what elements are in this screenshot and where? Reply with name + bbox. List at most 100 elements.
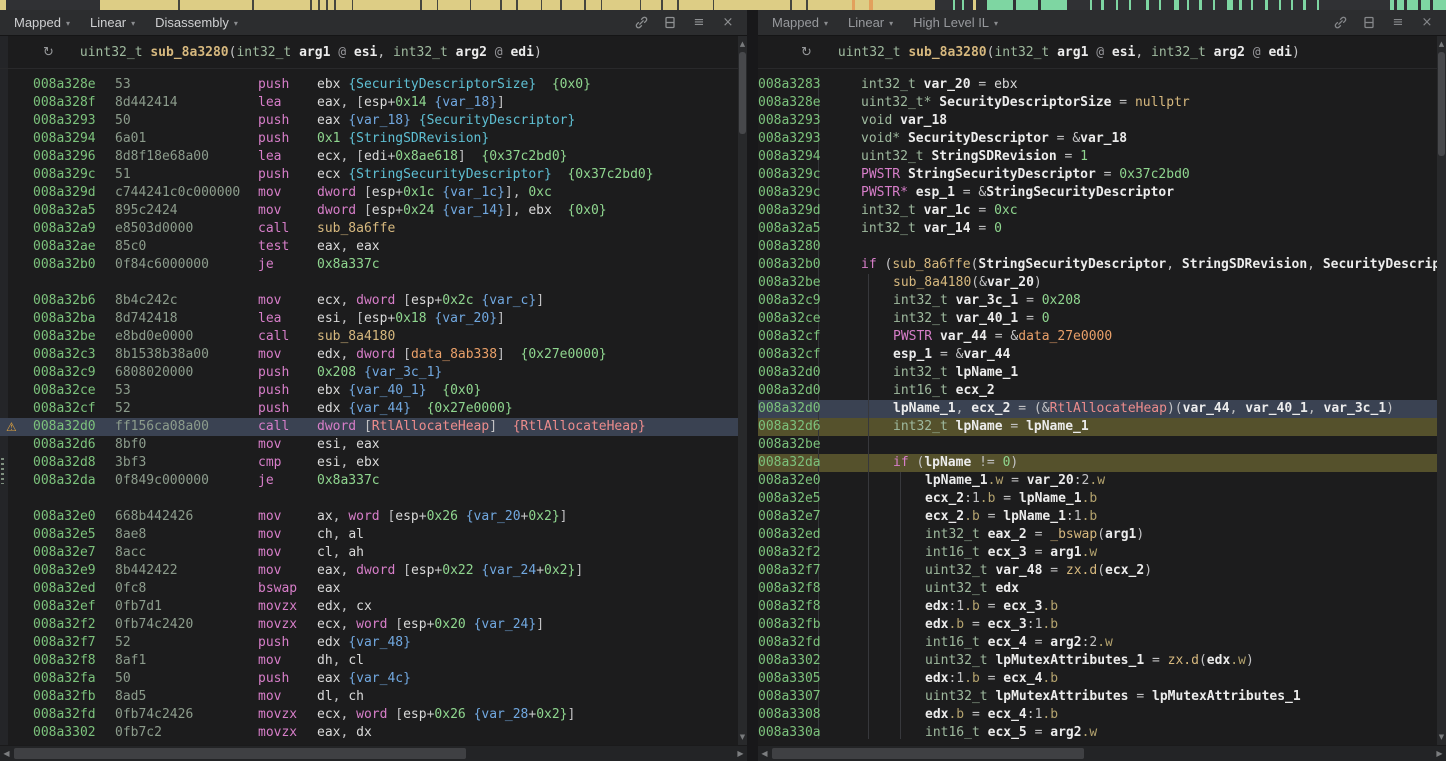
scroll-right-arrow[interactable]: ▶ — [734, 746, 747, 761]
hlil-row[interactable]: 008a330aint16_t ecx_5 = arg2.w — [758, 724, 1437, 739]
hlil-row[interactable]: 008a329cPWSTR StringSecurityDescriptor =… — [758, 166, 1437, 184]
hlil-row[interactable]: 008a32cfesp_1 = &var_44 — [758, 346, 1437, 364]
scrollbar-thumb[interactable] — [772, 748, 1084, 759]
close-icon[interactable]: × — [721, 16, 735, 30]
disasm-row[interactable]: 008a32946a01push0x1 {StringSDRevision} — [0, 130, 738, 148]
hlil-row[interactable]: 008a32d0lpName_1, ecx_2 = (&RtlAllocateH… — [758, 400, 1437, 418]
hlil-row[interactable]: 008a32d6int32_t lpName = lpName_1 — [758, 418, 1437, 436]
disassembly-listing[interactable]: 008a328e53pushebx {SecurityDescriptorSiz… — [0, 70, 738, 739]
hlil-row[interactable]: 008a3307uint32_t lpMutexAttributes = lpM… — [758, 688, 1437, 706]
disasm-row[interactable]: 008a329c51pushecx {StringSecurityDescrip… — [0, 166, 738, 184]
disasm-row[interactable]: 008a32c96808020000push0x208 {var_3c_1} — [0, 364, 738, 382]
layout-dropdown[interactable]: Linear ▾ — [90, 15, 135, 30]
link-icon[interactable] — [634, 16, 648, 30]
disasm-row[interactable] — [0, 490, 738, 508]
pane-splitter[interactable] — [747, 10, 758, 761]
disasm-row[interactable]: 008a32e0668b442426movax, word [esp+0x26 … — [0, 508, 738, 526]
hlil-row[interactable]: 008a3293void var_18 — [758, 112, 1437, 130]
disasm-row[interactable]: 008a32fb8ad5movdl, ch — [0, 688, 738, 706]
disasm-row[interactable]: 008a32d68bf0movesi, eax — [0, 436, 738, 454]
menu-icon[interactable]: ≡ — [692, 16, 706, 30]
refresh-icon[interactable]: ↻ — [801, 45, 812, 60]
il-view-dropdown[interactable]: High Level IL ▾ — [913, 15, 998, 30]
hlil-row[interactable]: 008a32besub_8a4180(&var_20) — [758, 274, 1437, 292]
scrollbar-thumb[interactable] — [739, 52, 746, 134]
hlil-row[interactable]: 008a32fbedx.b = ecx_3:1.b — [758, 616, 1437, 634]
right-vertical-scrollbar[interactable]: ▲ ▼ — [1437, 36, 1446, 745]
hlil-row[interactable]: 008a32c9int32_t var_3c_1 = 0x208 — [758, 292, 1437, 310]
link-icon[interactable] — [1333, 16, 1347, 30]
hlil-row[interactable]: 008a32ceint32_t var_40_1 = 0 — [758, 310, 1437, 328]
hlil-row[interactable]: 008a32d0int32_t lpName_1 — [758, 364, 1437, 382]
scroll-down-arrow[interactable]: ▼ — [1437, 731, 1446, 743]
view-mode-dropdown[interactable]: Mapped ▾ — [14, 15, 70, 30]
scroll-up-arrow[interactable]: ▲ — [1437, 38, 1446, 50]
hlil-row[interactable]: 008a32e0lpName_1.w = var_20:2.w — [758, 472, 1437, 490]
hlil-row[interactable]: 008a32f2int16_t ecx_3 = arg1.w — [758, 544, 1437, 562]
disasm-row[interactable]: 008a32ef0fb7d1movzxedx, cx — [0, 598, 738, 616]
pane-icon[interactable] — [1362, 16, 1376, 30]
left-function-header[interactable]: ↻ uint32_t sub_8a3280(int32_t arg1 @ esi… — [0, 36, 738, 69]
disasm-row[interactable]: 008a32a9e8503d0000callsub_8a6ffe — [0, 220, 738, 238]
disasm-row[interactable]: 008a32fd0fb74c2426movzxecx, word [esp+0x… — [0, 706, 738, 724]
il-view-dropdown[interactable]: Disassembly ▾ — [155, 15, 238, 30]
hlil-row[interactable]: 008a329cPWSTR* esp_1 = &StringSecurityDe… — [758, 184, 1437, 202]
menu-icon[interactable]: ≡ — [1391, 16, 1405, 30]
disasm-row[interactable]: 008a32ae85c0testeax, eax — [0, 238, 738, 256]
disasm-row[interactable]: 008a32b68b4c242cmovecx, dword [esp+0x2c … — [0, 292, 738, 310]
hlil-row[interactable]: 008a32edint32_t eax_2 = _bswap(arg1) — [758, 526, 1437, 544]
hlil-row[interactable]: 008a32fdint16_t ecx_4 = arg2:2.w — [758, 634, 1437, 652]
hlil-row[interactable]: 008a3305edx:1.b = ecx_4.b — [758, 670, 1437, 688]
disasm-row[interactable]: 008a32cf52pushedx {var_44} {0x27e0000} — [0, 400, 738, 418]
feature-map[interactable] — [0, 0, 1446, 10]
hlil-listing[interactable]: 008a3283int32_t var_20 = ebx008a328euint… — [758, 70, 1437, 739]
hlil-row[interactable]: 008a3293void* SecurityDescriptor = &var_… — [758, 130, 1437, 148]
disasm-row[interactable]: 008a329dc744241c0c000000movdword [esp+0x… — [0, 184, 738, 202]
hlil-row[interactable]: 008a32daif (lpName != 0) — [758, 454, 1437, 472]
close-icon[interactable]: × — [1420, 16, 1434, 30]
disasm-row[interactable]: 008a32a5895c2424movdword [esp+0x24 {var_… — [0, 202, 738, 220]
disasm-row[interactable] — [0, 274, 738, 292]
hlil-row[interactable]: 008a32a5int32_t var_14 = 0 — [758, 220, 1437, 238]
disasm-row[interactable]: 008a32968d8f18e68a00leaecx, [edi+0x8ae61… — [0, 148, 738, 166]
hlil-row[interactable]: 008a3294uint32_t StringSDRevision = 1 — [758, 148, 1437, 166]
scroll-left-arrow[interactable]: ◀ — [0, 746, 13, 761]
disasm-row[interactable]: 008a32da0f849c000000je0x8a337c — [0, 472, 738, 490]
left-horizontal-scrollbar[interactable]: ◀ ▶ — [0, 745, 747, 761]
scrollbar-thumb[interactable] — [1438, 52, 1445, 156]
disasm-row[interactable]: 008a32ba8d742418leaesi, [esp+0x18 {var_2… — [0, 310, 738, 328]
disasm-row[interactable]: 008a32e78accmovcl, ah — [0, 544, 738, 562]
disasm-row[interactable]: 008a32e58ae8movch, al — [0, 526, 738, 544]
pane-icon[interactable] — [663, 16, 677, 30]
disasm-row[interactable]: 008a32e98b442422moveax, dword [esp+0x22 … — [0, 562, 738, 580]
hlil-row[interactable]: 008a3280 — [758, 238, 1437, 256]
disasm-row[interactable]: 008a32c38b1538b38a00movedx, dword [data_… — [0, 346, 738, 364]
scroll-down-arrow[interactable]: ▼ — [738, 731, 747, 743]
hlil-row[interactable]: 008a32d0int16_t ecx_2 — [758, 382, 1437, 400]
disasm-row[interactable]: 008a32f20fb74c2420movzxecx, word [esp+0x… — [0, 616, 738, 634]
scroll-right-arrow[interactable]: ▶ — [1433, 746, 1446, 761]
disasm-row[interactable]: 008a32f752pushedx {var_48} — [0, 634, 738, 652]
hlil-row[interactable]: 008a32b0if (sub_8a6ffe(StringSecurityDes… — [758, 256, 1437, 274]
left-vertical-scrollbar[interactable]: ▲ ▼ — [738, 36, 747, 745]
hlil-row[interactable]: 008a32f8uint32_t edx — [758, 580, 1437, 598]
hlil-row[interactable]: 008a32e7ecx_2.b = lpName_1:1.b — [758, 508, 1437, 526]
right-horizontal-scrollbar[interactable]: ◀ ▶ — [758, 745, 1446, 761]
scrollbar-thumb[interactable] — [14, 748, 466, 759]
hlil-row[interactable]: 008a329dint32_t var_1c = 0xc — [758, 202, 1437, 220]
disasm-row[interactable]: 008a32f88af1movdh, cl — [0, 652, 738, 670]
right-function-header[interactable]: ↻ uint32_t sub_8a3280(int32_t arg1 @ esi… — [758, 36, 1437, 69]
disasm-row[interactable]: 008a328e53pushebx {SecurityDescriptorSiz… — [0, 76, 738, 94]
disasm-row[interactable]: ⚠008a32d0ff156ca08a00calldword [RtlAlloc… — [0, 418, 738, 436]
view-mode-dropdown[interactable]: Mapped ▾ — [772, 15, 828, 30]
hlil-row[interactable]: 008a3308edx.b = ecx_4:1.b — [758, 706, 1437, 724]
hlil-row[interactable]: 008a32cfPWSTR var_44 = &data_27e0000 — [758, 328, 1437, 346]
scroll-up-arrow[interactable]: ▲ — [738, 38, 747, 50]
hlil-row[interactable]: 008a328euint32_t* SecurityDescriptorSize… — [758, 94, 1437, 112]
scroll-left-arrow[interactable]: ◀ — [758, 746, 771, 761]
disasm-row[interactable]: 008a32ce53pushebx {var_40_1} {0x0} — [0, 382, 738, 400]
hlil-row[interactable]: 008a3283int32_t var_20 = ebx — [758, 76, 1437, 94]
disasm-row[interactable]: 008a33020fb7c2movzxeax, dx — [0, 724, 738, 739]
disasm-row[interactable]: 008a329350pusheax {var_18} {SecurityDesc… — [0, 112, 738, 130]
layout-dropdown[interactable]: Linear ▾ — [848, 15, 893, 30]
